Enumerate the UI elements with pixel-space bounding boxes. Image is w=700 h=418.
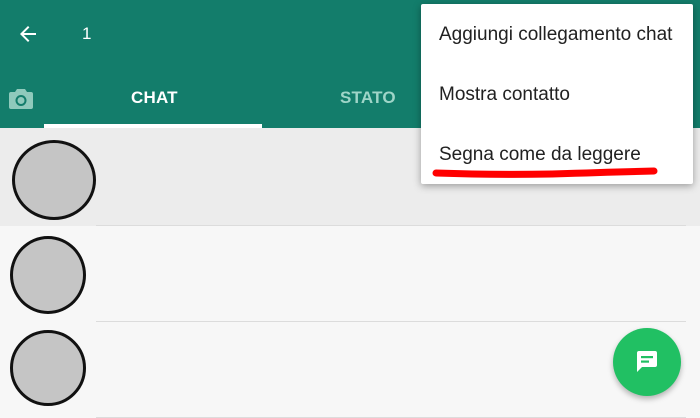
message-icon [637, 351, 657, 372]
menu-item-show-contact[interactable]: Mostra contatto [421, 64, 693, 124]
avatar[interactable] [10, 236, 86, 314]
avatar[interactable] [10, 330, 86, 406]
menu-item-label: Mostra contatto [439, 84, 570, 105]
camera-tab[interactable] [6, 86, 36, 112]
menu-item-add-chat-shortcut[interactable]: Aggiungi collegamento chat [421, 4, 693, 64]
red-highlight-underline [432, 167, 658, 178]
arrow-left-icon [20, 26, 36, 42]
selected-count: 1 [82, 24, 92, 43]
back-button[interactable] [14, 20, 42, 48]
chat-row[interactable] [0, 322, 700, 418]
overflow-menu: Aggiungi collegamento chat Mostra contat… [421, 4, 693, 184]
camera-icon [9, 89, 33, 109]
tab-stato[interactable]: STATO [340, 88, 396, 108]
new-chat-button[interactable] [613, 328, 681, 396]
menu-item-label: Segna come da leggere [439, 144, 641, 165]
chat-row[interactable] [0, 226, 700, 322]
avatar[interactable] [12, 140, 96, 220]
tab-chat[interactable]: CHAT [131, 88, 178, 108]
menu-item-label: Aggiungi collegamento chat [439, 24, 673, 45]
